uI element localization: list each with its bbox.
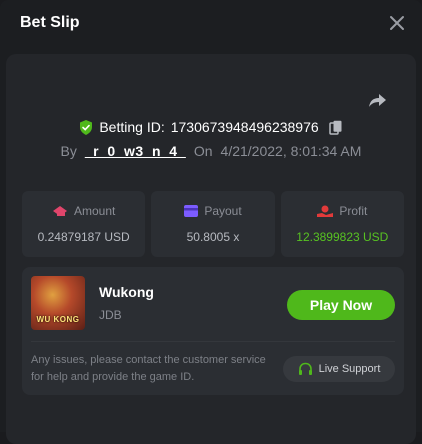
share-icon[interactable] (368, 90, 388, 110)
play-now-button[interactable]: Play Now (287, 290, 395, 320)
verified-shield-icon (80, 119, 93, 135)
amount-value: 0.24879187 USD (37, 230, 130, 244)
game-thumbnail[interactable]: WU KONG (31, 276, 85, 330)
payout-stat: Payout 50.8005 x (151, 191, 275, 257)
modal-header: Bet Slip (0, 0, 422, 50)
betting-id-row: Betting ID: 1730673948496238976 (0, 117, 422, 137)
by-label: By (60, 143, 77, 159)
amount-label: Amount (73, 204, 116, 218)
payout-label: Payout (204, 204, 242, 218)
bet-stats: Amount 0.24879187 USD Payout 50.8005 x P… (22, 191, 404, 257)
copy-icon[interactable] (328, 120, 343, 135)
game-provider: JDB (99, 308, 122, 322)
profit-stat: Profit 12.3899823 USD (280, 191, 404, 257)
game-name: Wukong (99, 284, 154, 300)
headset-icon (298, 362, 312, 375)
profit-label: Profit (339, 204, 368, 218)
live-support-label: Live Support (318, 363, 381, 375)
profit-icon (317, 205, 334, 217)
betting-id-label: Betting ID: (99, 119, 165, 135)
profit-value: 12.3899823 USD (296, 230, 389, 244)
close-icon[interactable] (388, 14, 406, 32)
live-support-button[interactable]: Live Support (283, 356, 395, 382)
username-link[interactable]: _r_0_w3_n_4_ (85, 143, 186, 159)
payout-icon (184, 205, 199, 217)
on-label: On (193, 143, 213, 159)
amount-icon (52, 206, 67, 216)
bet-slip-modal: Bet Slip Betting ID: 1730673948496238976… (0, 0, 422, 444)
support-help-text: Any issues, please contact the customer … (31, 354, 266, 383)
modal-title: Bet Slip (20, 14, 80, 31)
bet-owner-row: By _r_0_w3_n_4_ On 4/21/2022, 8:01:34 AM (0, 141, 422, 161)
bet-datetime: 4/21/2022, 8:01:34 AM (220, 143, 362, 159)
amount-stat: Amount 0.24879187 USD (22, 191, 146, 257)
payout-value: 50.8005 x (186, 230, 240, 244)
betting-id-value: 1730673948496238976 (170, 119, 319, 135)
game-thumbnail-text: WU KONG (36, 315, 80, 324)
divider (31, 341, 395, 342)
game-card: WU KONG Wukong JDB Play Now Any issues, … (22, 267, 404, 395)
